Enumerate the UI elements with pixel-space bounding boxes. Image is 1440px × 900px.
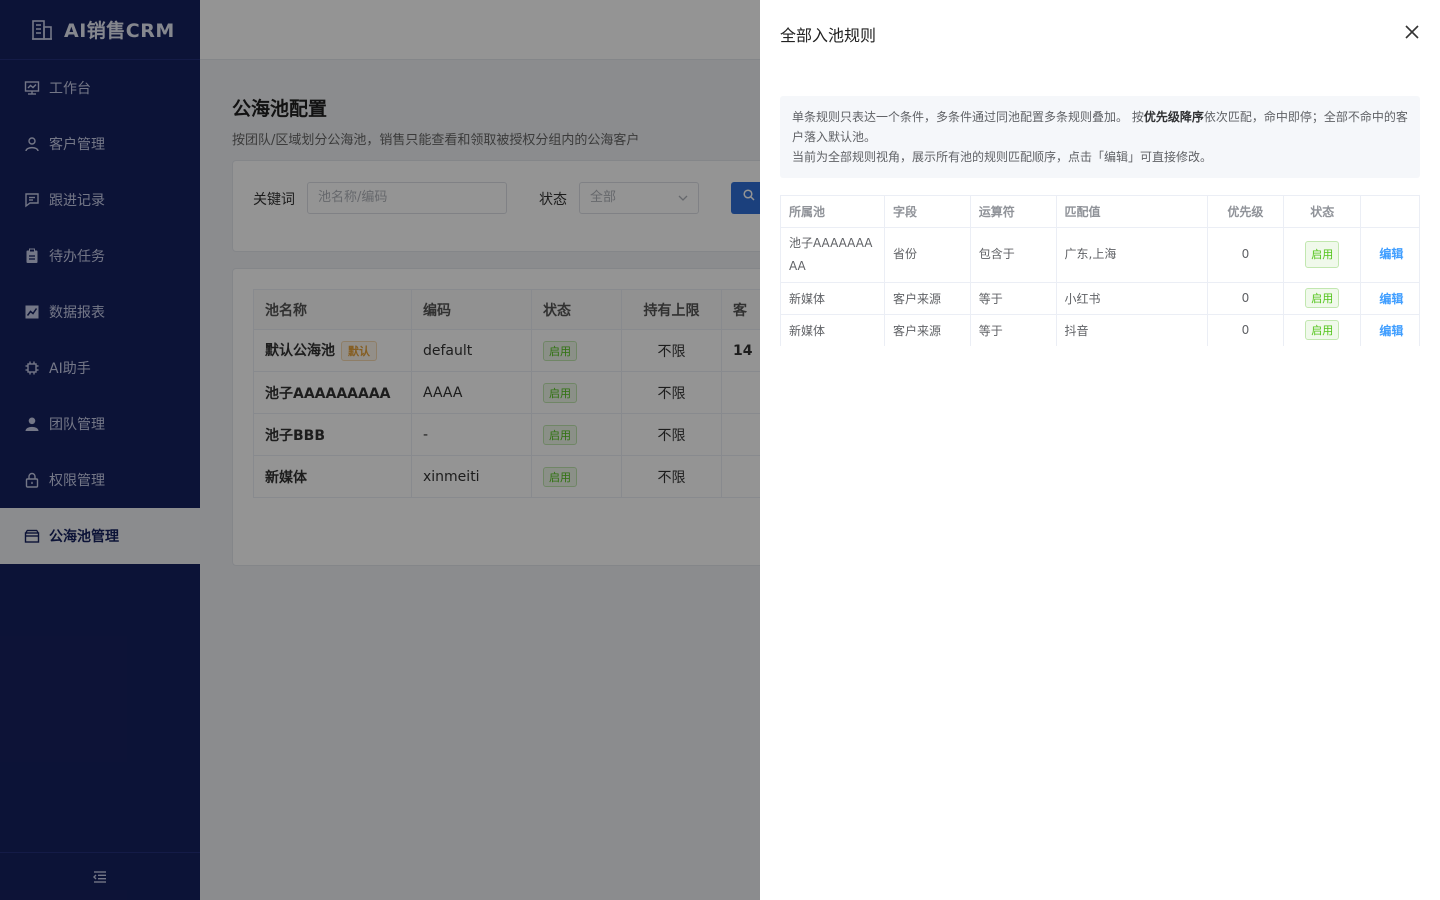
column-header: 优先级 [1207,196,1285,228]
notice-emphasis: 优先级降序 [1143,110,1204,124]
column-header: 所属池 [781,196,885,228]
rule-priority: 0 [1207,314,1285,346]
notice-line-1: 单条规则只表达一个条件，多条件通过同池配置多条规则叠加。 按优先级降序依次匹配，… [792,107,1408,147]
rules-notice: 单条规则只表达一个条件，多条件通过同池配置多条规则叠加。 按优先级降序依次匹配，… [780,96,1420,178]
column-header [1360,196,1420,228]
rule-operator: 等于 [970,314,1057,346]
rule-priority: 0 [1207,282,1285,315]
rule-pool: 新媒体 [781,282,885,315]
table-row: 池子AAAAAAAAA 省份 包含于 广东,上海 0 启用 编辑 [781,227,1420,283]
rule-status-cell: 启用 [1283,282,1362,315]
edit-link[interactable]: 编辑 [1360,282,1420,315]
table-row: 新媒体 客户来源 等于 小红书 0 启用 编辑 [781,282,1420,315]
rule-priority: 0 [1207,227,1285,283]
edit-link[interactable]: 编辑 [1360,314,1420,346]
rule-field: 客户来源 [884,282,971,315]
rule-field: 省份 [884,227,971,283]
column-header: 运算符 [970,196,1057,228]
rule-pool: 新媒体 [781,314,885,346]
close-button[interactable] [1402,22,1422,42]
close-icon [1405,25,1419,39]
rule-status-cell: 启用 [1283,227,1362,283]
table-row: 新媒体 客户来源 等于 抖音 0 启用 编辑 [781,314,1420,346]
edit-link[interactable]: 编辑 [1360,227,1420,283]
rules-drawer: 全部入池规则 单条规则只表达一个条件，多条件通过同池配置多条规则叠加。 按优先级… [760,0,1440,900]
rule-status-cell: 启用 [1283,314,1362,346]
status-badge: 启用 [1305,320,1340,340]
column-header: 匹配值 [1056,196,1208,228]
status-badge: 启用 [1305,288,1340,308]
rule-field: 客户来源 [884,314,971,346]
column-header: 字段 [884,196,971,228]
table-header-row: 所属池 字段 运算符 匹配值 优先级 状态 [781,196,1420,228]
rule-value: 抖音 [1056,314,1208,346]
rule-value: 小红书 [1056,282,1208,315]
rule-operator: 包含于 [970,227,1057,283]
column-header: 状态 [1283,196,1362,228]
rules-table-container[interactable]: 所属池 字段 运算符 匹配值 优先级 状态 池子AAAAAAAAA 省份 包含于… [780,195,1420,346]
notice-text: 单条规则只表达一个条件，多条件通过同池配置多条规则叠加。 按 [792,110,1144,124]
rule-pool: 池子AAAAAAAAA [781,227,885,283]
rule-operator: 等于 [970,282,1057,315]
notice-line-2: 当前为全部规则视角，展示所有池的规则匹配顺序，点击「编辑」可直接修改。 [792,150,1213,164]
rule-value: 广东,上海 [1056,227,1208,283]
status-badge: 启用 [1305,241,1340,268]
drawer-title: 全部入池规则 [780,26,877,45]
rules-table: 所属池 字段 运算符 匹配值 优先级 状态 池子AAAAAAAAA 省份 包含于… [781,196,1420,346]
